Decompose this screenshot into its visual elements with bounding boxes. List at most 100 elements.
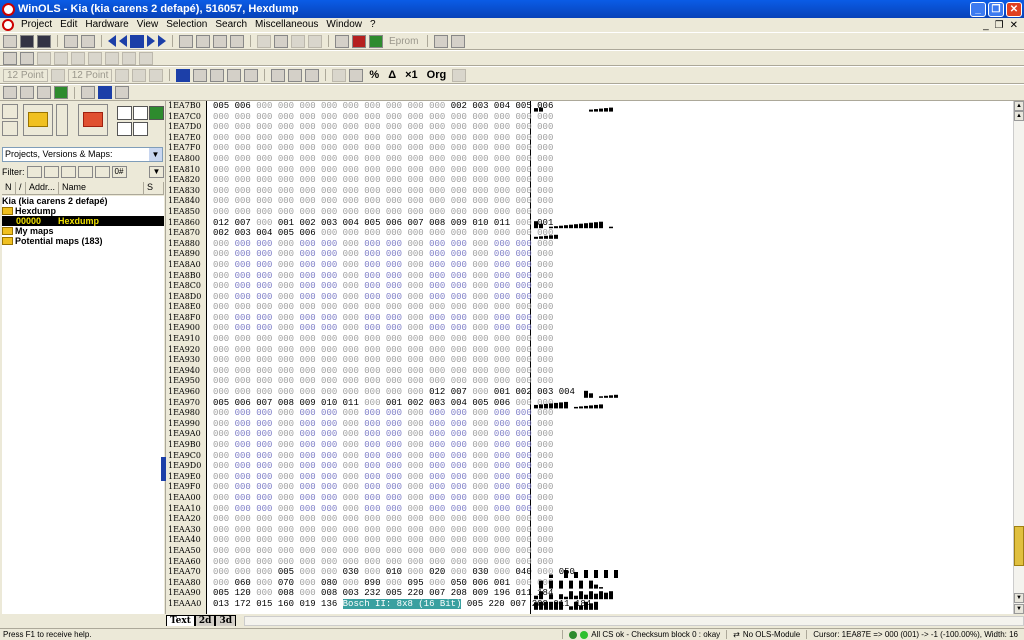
hex-cell[interactable]: 000 (364, 482, 380, 492)
hex-cell[interactable]: 000 (407, 175, 423, 185)
hex-cell[interactable]: 010 (472, 218, 488, 228)
hex-cell[interactable]: 000 (321, 461, 337, 471)
hex-row[interactable]: 000 000 000 000 000 000 000 000 000 000 … (207, 355, 553, 366)
hex-cell[interactable]: 000 (451, 366, 467, 376)
hex-cell[interactable]: 000 (364, 493, 380, 503)
hex-row[interactable]: 000 000 000 000 000 000 000 000 000 000 … (207, 429, 553, 440)
back-icon[interactable] (257, 34, 271, 48)
hex-cell[interactable]: 000 (451, 249, 467, 259)
hex-cell[interactable]: 000 (494, 525, 510, 535)
hex-cell[interactable]: 006 (235, 101, 251, 111)
hex-cell[interactable]: 000 (451, 376, 467, 386)
hex-cell[interactable]: 000 (321, 186, 337, 196)
hex-row[interactable]: 000 000 000 000 000 000 000 000 000 000 … (207, 451, 553, 462)
menu-miscellaneous[interactable]: Miscellaneous (251, 18, 322, 32)
hex-cell[interactable]: 000 (278, 429, 294, 439)
delta-icon[interactable]: Δ (385, 69, 399, 81)
hex-cell[interactable]: 000 (407, 493, 423, 503)
hex-cell[interactable]: 000 (472, 175, 488, 185)
hex-cell[interactable]: 000 (494, 493, 510, 503)
hex-cell[interactable]: 000 (364, 271, 380, 281)
hex-cell[interactable]: 000 (256, 461, 272, 471)
32bit-icon[interactable] (227, 68, 242, 82)
status-checksum[interactable]: All CS ok - Checksum block 0 : okay (562, 630, 726, 639)
hex-cell[interactable]: 000 (321, 482, 337, 492)
hex-cell[interactable]: 000 (235, 387, 251, 397)
hex-cell[interactable]: 000 (321, 133, 337, 143)
hex-row[interactable]: 013 172 015 160 019 136 Bosch II: 8x8 (1… (207, 598, 591, 610)
hex-cell[interactable]: 000 (386, 419, 402, 429)
hex-cell[interactable]: 009 (472, 588, 488, 598)
hex-cell[interactable]: 000 (343, 334, 359, 344)
hex-cell[interactable]: 000 (407, 482, 423, 492)
hex-cell[interactable]: 000 (472, 429, 488, 439)
hex-cell[interactable]: 000 (429, 429, 445, 439)
hex-cell[interactable]: 007 (510, 599, 526, 609)
view-tool-icon[interactable] (20, 86, 34, 99)
hex-cell[interactable]: 000 (386, 249, 402, 259)
hex-cell[interactable]: 000 (321, 228, 337, 238)
hex-cell[interactable]: 000 (516, 472, 532, 482)
hex-cell[interactable]: 000 (451, 345, 467, 355)
font-size-box[interactable]: 12 Point (3, 68, 48, 82)
hex-cell[interactable]: 000 (386, 504, 402, 514)
hex-cell[interactable]: 000 (364, 101, 380, 111)
hex-row[interactable]: 000 000 000 000 000 000 000 000 000 000 … (207, 345, 553, 356)
hex-cell[interactable]: 000 (472, 504, 488, 514)
hex-cell[interactable]: 000 (213, 440, 229, 450)
hex-cell[interactable]: 000 (321, 281, 337, 291)
last-icon[interactable] (158, 35, 166, 47)
hex-row[interactable]: 000 000 000 000 000 000 000 000 000 000 … (207, 260, 553, 271)
hex-cell[interactable]: 000 (386, 239, 402, 249)
hex-cell[interactable]: 000 (343, 143, 359, 153)
hex-cell[interactable]: 001 (386, 398, 402, 408)
hex-cell[interactable]: 000 (364, 504, 380, 514)
hex-cell[interactable]: 000 (256, 440, 272, 450)
hex-cell[interactable]: 000 (256, 408, 272, 418)
hex-row[interactable]: 000 000 000 000 000 000 000 000 000 000 … (207, 376, 553, 387)
context-help-icon[interactable] (451, 34, 466, 48)
hex-cell[interactable]: 000 (343, 313, 359, 323)
filter-dropdown-icon[interactable]: ▼ (149, 166, 164, 178)
hex-cell[interactable]: 000 (299, 482, 315, 492)
hex-cell[interactable]: 000 (451, 122, 467, 132)
hex-cell[interactable]: 000 (472, 186, 488, 196)
hex-cell[interactable]: 000 (494, 366, 510, 376)
hex-cell[interactable]: 000 (278, 165, 294, 175)
hex-cell[interactable]: 000 (343, 557, 359, 567)
hex-cell[interactable]: 000 (451, 165, 467, 175)
hex-cell[interactable]: 000 (343, 165, 359, 175)
eprom-button[interactable]: Eprom (386, 36, 421, 47)
hex-cell[interactable]: 000 (343, 271, 359, 281)
hex-cell[interactable]: 000 (516, 525, 532, 535)
hex-cell[interactable]: 000 (299, 154, 315, 164)
hex-row[interactable]: 000 060 000 070 000 080 000 090 000 095 … (207, 578, 553, 589)
properties-icon[interactable] (133, 122, 148, 136)
hex-cell[interactable]: 000 (278, 525, 294, 535)
hex-cell[interactable]: 000 (429, 578, 445, 588)
hex-cell[interactable]: 000 (278, 112, 294, 122)
hex-cell[interactable]: 000 (429, 249, 445, 259)
hex-cell[interactable]: 000 (472, 345, 488, 355)
hex-cell[interactable]: 000 (364, 408, 380, 418)
hex-cell[interactable]: 000 (472, 419, 488, 429)
hex-cell[interactable]: 000 (429, 461, 445, 471)
hex-cell[interactable]: 000 (235, 302, 251, 312)
hex-cell[interactable]: 000 (386, 429, 402, 439)
hex-cell[interactable]: 000 (213, 578, 229, 588)
hex-cell[interactable]: 000 (213, 302, 229, 312)
font-size-box-2[interactable]: 12 Point (67, 68, 113, 82)
hex-cell[interactable]: 000 (364, 196, 380, 206)
hex-cell[interactable]: 000 (364, 112, 380, 122)
hex-cell[interactable]: 000 (299, 408, 315, 418)
hex-cell[interactable]: 000 (472, 154, 488, 164)
hex-cell[interactable]: 000 (407, 196, 423, 206)
hex-cell[interactable]: 000 (235, 313, 251, 323)
hex-cell[interactable]: 005 (364, 218, 380, 228)
hex-cell[interactable]: 000 (235, 249, 251, 259)
mdi-minimize-button[interactable]: _ (983, 20, 989, 31)
hex-cell[interactable]: 000 (494, 482, 510, 492)
hex-cell[interactable]: 000 (256, 345, 272, 355)
hex-cell[interactable]: 010 (321, 398, 337, 408)
compare-icon[interactable] (230, 34, 244, 48)
